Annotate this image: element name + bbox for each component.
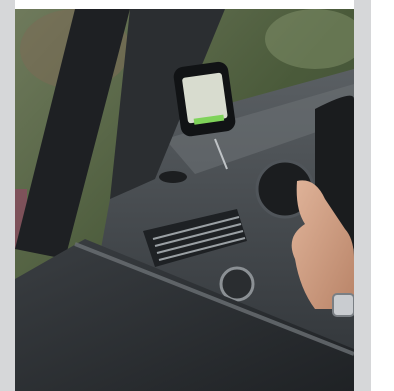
photo-illustration [15, 9, 354, 391]
right-margin-band [354, 0, 371, 391]
left-margin-band [0, 0, 15, 391]
photo [15, 9, 354, 391]
wristwatch [332, 293, 354, 317]
console-knob [219, 266, 255, 302]
dashboard-vent-hole [159, 171, 187, 183]
page-frame [0, 0, 394, 391]
